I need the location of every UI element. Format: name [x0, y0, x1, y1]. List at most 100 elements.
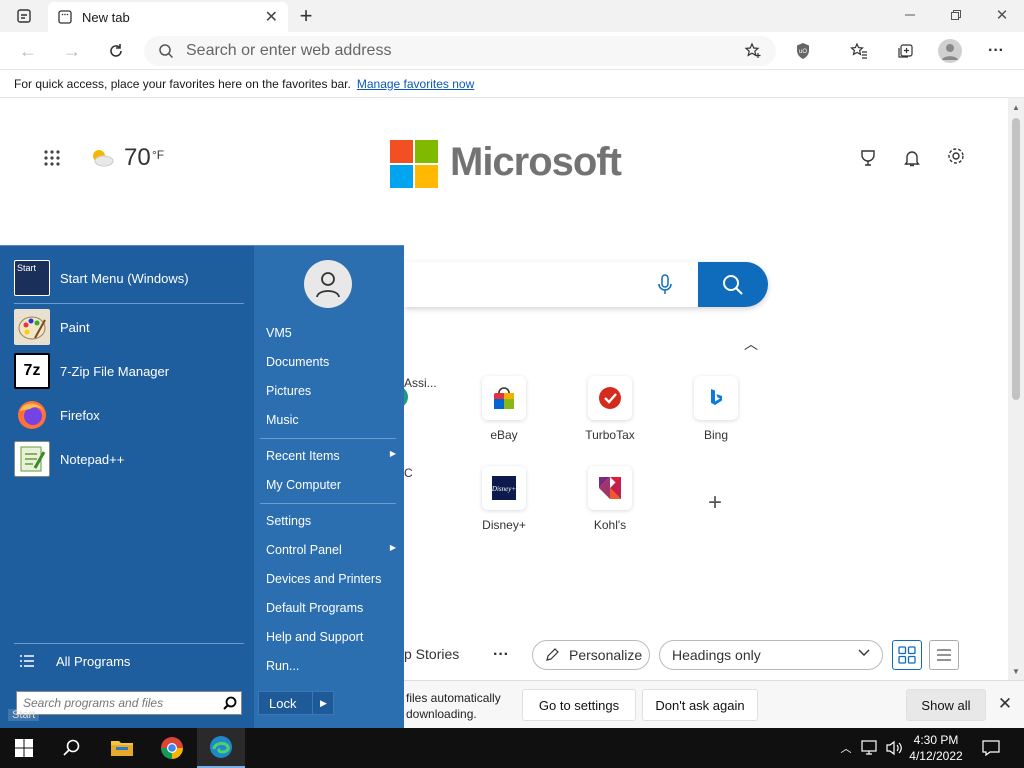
- notifications-bell-icon[interactable]: [900, 146, 924, 170]
- show-hidden-icons-chevron-icon[interactable]: ︿: [838, 740, 854, 756]
- microsoft-wordmark: Microsoft: [450, 140, 622, 184]
- file-explorer-icon[interactable]: [98, 728, 146, 768]
- disney-plus-icon: Disney+: [482, 466, 526, 510]
- download-message: files automatically downloading.: [406, 691, 501, 721]
- refresh-button[interactable]: [104, 40, 128, 62]
- start-link-documents[interactable]: Documents: [266, 355, 396, 369]
- feed-tab-label[interactable]: p Stories: [404, 646, 459, 662]
- start-link-recent-items[interactable]: Recent Items ▶: [266, 449, 396, 463]
- edge-icon[interactable]: [197, 728, 245, 768]
- 7zip-icon: 7z: [14, 353, 50, 389]
- quick-link-ebay[interactable]: eBay: [454, 376, 554, 442]
- pencil-icon: [545, 648, 559, 662]
- separator: [14, 303, 244, 304]
- collections-icon[interactable]: [894, 40, 916, 62]
- bing-icon: [694, 376, 738, 420]
- windows-start-button[interactable]: [0, 728, 48, 768]
- start-tooltip: Start: [8, 709, 40, 721]
- network-icon[interactable]: [860, 739, 880, 757]
- svg-text:Disney+: Disney+: [491, 485, 516, 493]
- start-link-help-support[interactable]: Help and Support: [266, 630, 396, 644]
- start-search-input[interactable]: [23, 696, 213, 710]
- new-tab-button[interactable]: +: [294, 3, 318, 28]
- microsoft-logo: [390, 140, 438, 188]
- rewards-icon[interactable]: [856, 146, 880, 170]
- quick-link-kohls[interactable]: Kohl's: [560, 466, 660, 532]
- all-programs-button[interactable]: All Programs: [14, 641, 246, 681]
- chrome-icon[interactable]: [148, 728, 196, 768]
- page-settings-gear-icon[interactable]: [944, 144, 968, 168]
- scroll-up-arrow[interactable]: ▲: [1010, 102, 1022, 112]
- newtab-icon: [58, 10, 72, 24]
- restore-button[interactable]: [942, 4, 970, 26]
- submenu-arrow-icon: ▶: [389, 543, 396, 552]
- browser-toolbar: ← → uO ···: [0, 32, 1024, 70]
- close-window-button[interactable]: ✕: [988, 4, 1016, 26]
- close-download-bar-icon[interactable]: ✕: [994, 693, 1016, 715]
- program-7zip[interactable]: 7z 7-Zip File Manager: [14, 351, 246, 391]
- personalize-button[interactable]: Personalize: [532, 640, 650, 670]
- profile-avatar[interactable]: [938, 39, 962, 63]
- address-bar[interactable]: [144, 36, 776, 66]
- quick-link-bing[interactable]: Bing: [666, 376, 766, 442]
- ublock-icon[interactable]: uO: [792, 40, 814, 62]
- action-center-icon[interactable]: [980, 738, 1002, 758]
- favorites-bar: For quick access, place your favorites h…: [0, 70, 1024, 98]
- quick-link-turbotax[interactable]: TurboTax: [560, 376, 660, 442]
- feed-more-icon[interactable]: ···: [488, 644, 514, 666]
- weather-temp[interactable]: 70: [124, 144, 151, 172]
- separator: [260, 438, 396, 439]
- notepadpp-icon: [14, 441, 50, 477]
- quick-link-disney[interactable]: Disney+ Disney+: [454, 466, 554, 532]
- start-link-user[interactable]: VM5: [266, 326, 396, 340]
- system-clock[interactable]: 4:30 PM 4/12/2022: [898, 732, 974, 764]
- collapse-chevron-up-icon[interactable]: ︿: [742, 336, 760, 352]
- favbar-hint: For quick access, place your favorites h…: [14, 76, 351, 91]
- scrollbar-thumb[interactable]: [1012, 118, 1020, 400]
- start-search-box[interactable]: [16, 691, 242, 715]
- start-link-music[interactable]: Music: [266, 413, 396, 427]
- start-pinned-item[interactable]: Start Start Menu (Windows): [14, 258, 246, 298]
- web-search-button[interactable]: [698, 262, 768, 307]
- add-quick-link-button[interactable]: +: [700, 488, 730, 518]
- chevron-down-icon: [858, 649, 870, 657]
- add-favorite-icon[interactable]: [744, 42, 762, 60]
- program-notepadpp[interactable]: Notepad++: [14, 439, 246, 479]
- start-link-devices-printers[interactable]: Devices and Printers: [266, 572, 396, 586]
- list-view-icon[interactable]: [929, 640, 959, 670]
- search-icon[interactable]: [223, 696, 237, 710]
- go-to-settings-button[interactable]: Go to settings: [522, 689, 636, 721]
- favorites-icon[interactable]: [848, 40, 870, 62]
- address-input[interactable]: [186, 42, 706, 60]
- tab-actions-icon[interactable]: [14, 6, 34, 26]
- microphone-icon[interactable]: [658, 274, 672, 296]
- user-avatar[interactable]: [304, 260, 352, 308]
- manage-favorites-link[interactable]: Manage favorites now: [357, 77, 474, 91]
- apps-launcher-icon[interactable]: [40, 146, 64, 170]
- weather-partly-sunny-icon[interactable]: [88, 144, 116, 172]
- headings-select[interactable]: Headings only: [659, 640, 883, 670]
- start-link-settings[interactable]: Settings: [266, 514, 396, 528]
- start-link-control-panel[interactable]: Control Panel ▶: [266, 543, 396, 557]
- turbotax-icon: [588, 376, 632, 420]
- shutdown-options-arrow-icon[interactable]: ▶: [312, 691, 334, 715]
- minimize-button[interactable]: [896, 4, 924, 26]
- tab-new-tab[interactable]: New tab ✕: [48, 2, 288, 32]
- more-menu-icon[interactable]: ···: [984, 40, 1008, 62]
- start-link-run[interactable]: Run...: [266, 659, 396, 673]
- start-link-my-computer[interactable]: My Computer: [266, 478, 396, 492]
- forward-button[interactable]: →: [60, 40, 84, 62]
- show-all-button[interactable]: Show all: [906, 689, 986, 721]
- back-button[interactable]: ←: [16, 40, 40, 62]
- taskbar-search-icon[interactable]: [48, 728, 96, 768]
- grid-view-icon[interactable]: [892, 640, 922, 670]
- start-link-pictures[interactable]: Pictures: [266, 384, 396, 398]
- scroll-down-arrow[interactable]: ▼: [1010, 666, 1022, 676]
- dont-ask-again-button[interactable]: Don't ask again: [642, 689, 758, 721]
- program-paint[interactable]: Paint: [14, 307, 246, 347]
- start-link-default-programs[interactable]: Default Programs: [266, 601, 396, 615]
- program-firefox[interactable]: Firefox: [14, 395, 246, 435]
- start-menu-programs-pane: Start Start Menu (Windows) Paint 7z 7-Zi…: [0, 246, 254, 729]
- start-menu: Start Start Menu (Windows) Paint 7z 7-Zi…: [0, 245, 404, 729]
- close-tab-icon[interactable]: ✕: [265, 7, 278, 27]
